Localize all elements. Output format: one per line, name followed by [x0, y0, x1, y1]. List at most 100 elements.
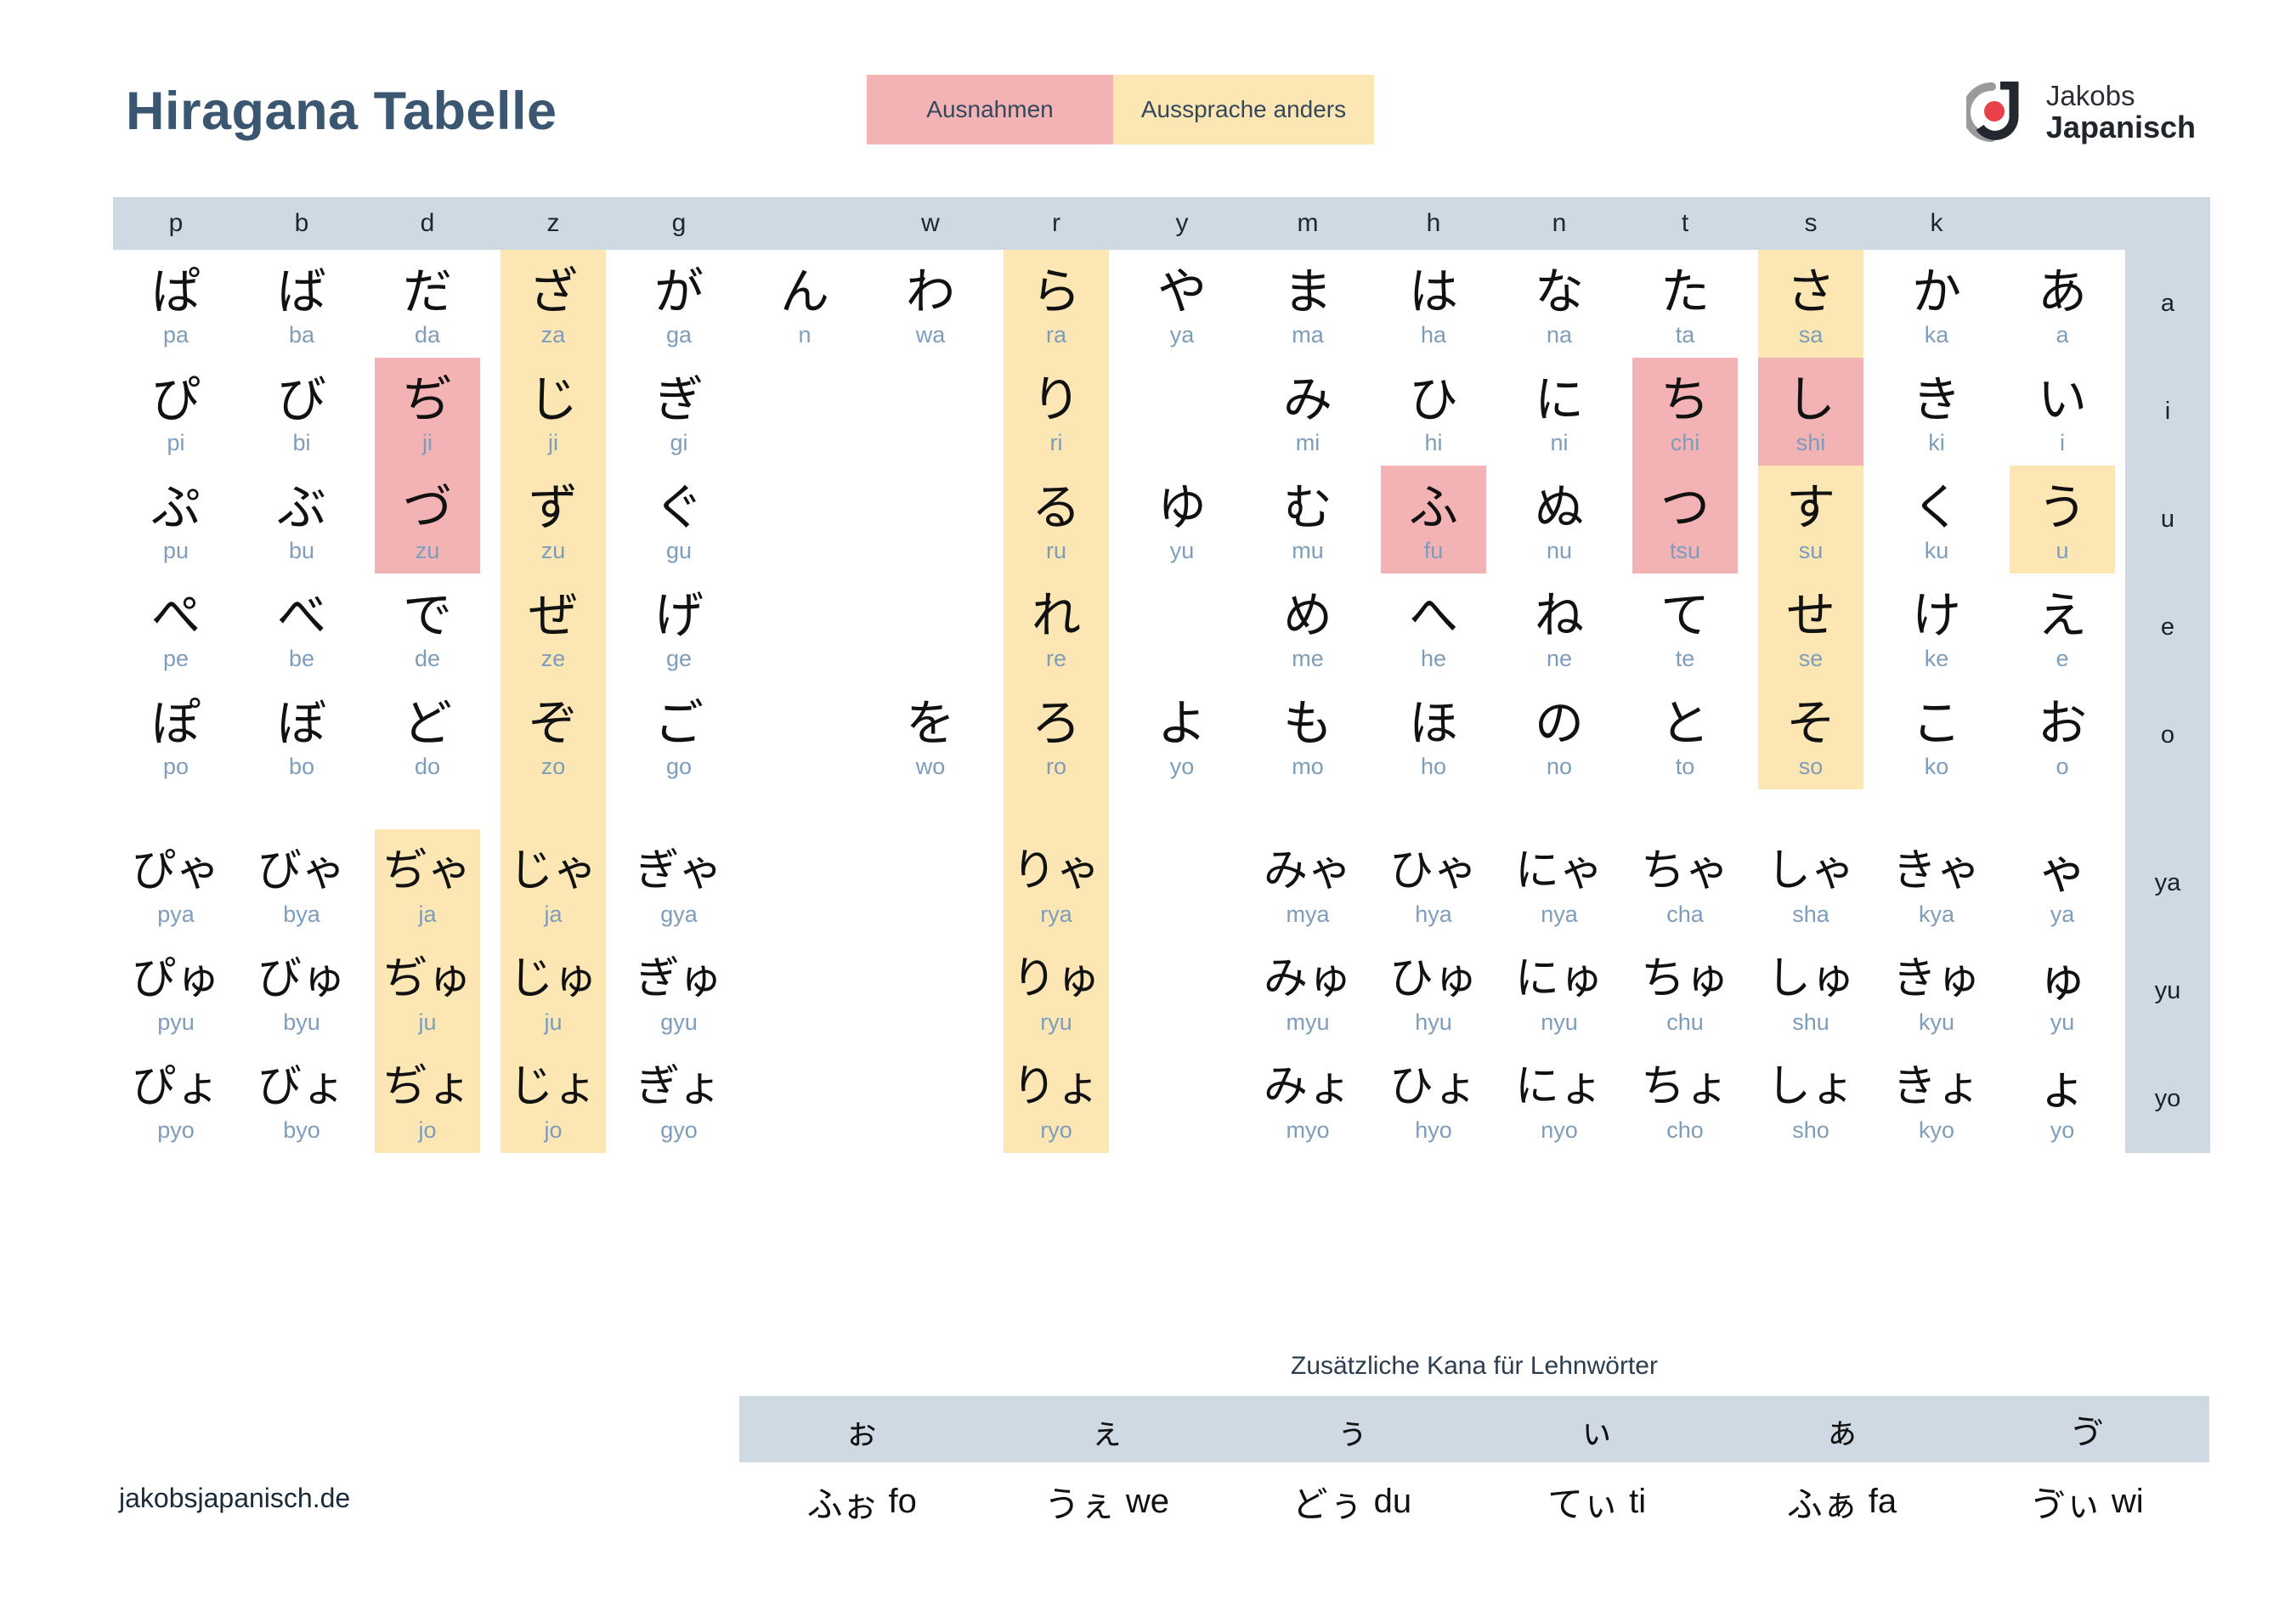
kana-cell-jo[interactable]: ぢょ jo [365, 1045, 490, 1153]
kana-cell-ju[interactable]: じゅ ju [490, 937, 616, 1045]
kana-cell-ta[interactable]: た ta [1622, 250, 1748, 358]
kana-cell-re[interactable]: れ re [993, 574, 1119, 681]
loanword-example-ti[interactable]: てぃ ti [1474, 1462, 1719, 1540]
kana-cell-me[interactable]: め me [1245, 574, 1371, 681]
kana-cell-kyo[interactable]: きょ kyo [1874, 1045, 1999, 1153]
kana-cell-kyu[interactable]: きゅ kyu [1874, 937, 1999, 1045]
kana-cell-kya[interactable]: きゃ kya [1874, 829, 1999, 937]
kana-cell-bo[interactable]: ぼ bo [239, 681, 365, 789]
kana-cell-pe[interactable]: ぺ pe [113, 574, 239, 681]
kana-cell-ro[interactable]: ろ ro [993, 681, 1119, 789]
kana-cell-cha[interactable]: ちゃ cha [1622, 829, 1748, 937]
loanword-example-du[interactable]: どぅ du [1230, 1462, 1474, 1540]
kana-cell-mi[interactable]: み mi [1245, 358, 1371, 466]
kana-cell-nyu[interactable]: にゅ nyu [1496, 937, 1622, 1045]
kana-cell-te[interactable]: て te [1622, 574, 1748, 681]
kana-cell-do[interactable]: ど do [365, 681, 490, 789]
kana-cell-ju[interactable]: ぢゅ ju [365, 937, 490, 1045]
kana-cell-hyo[interactable]: ひょ hyo [1371, 1045, 1496, 1153]
kana-cell-ja[interactable]: ぢゃ ja [365, 829, 490, 937]
kana-cell-myo[interactable]: みょ myo [1245, 1045, 1371, 1153]
kana-cell-zu[interactable]: づ zu [365, 466, 490, 574]
loanword-example-we[interactable]: うぇ we [984, 1462, 1229, 1540]
kana-cell-gu[interactable]: ぐ gu [616, 466, 742, 574]
kana-cell-pu[interactable]: ぷ pu [113, 466, 239, 574]
kana-cell-ge[interactable]: げ ge [616, 574, 742, 681]
kana-cell-pyu[interactable]: ぴゅ pyu [113, 937, 239, 1045]
kana-cell-to[interactable]: と to [1622, 681, 1748, 789]
kana-cell-na[interactable]: な na [1496, 250, 1622, 358]
kana-cell-o[interactable]: おo [1999, 681, 2125, 789]
kana-cell-pi[interactable]: ぴ pi [113, 358, 239, 466]
kana-cell-ko[interactable]: こ ko [1874, 681, 1999, 789]
kana-cell-gi[interactable]: ぎ gi [616, 358, 742, 466]
kana-cell-cho[interactable]: ちょ cho [1622, 1045, 1748, 1153]
kana-cell-mya[interactable]: みゃ mya [1245, 829, 1371, 937]
kana-cell-ryo[interactable]: りょ ryo [993, 1045, 1119, 1153]
kana-cell-shu[interactable]: しゅ shu [1748, 937, 1874, 1045]
kana-cell-hi[interactable]: ひ hi [1371, 358, 1496, 466]
loanword-example-fa[interactable]: ふぁ fa [1719, 1462, 1964, 1540]
kana-cell-ha[interactable]: は ha [1371, 250, 1496, 358]
kana-cell-so[interactable]: そ so [1748, 681, 1874, 789]
kana-cell-fu[interactable]: ふ fu [1371, 466, 1496, 574]
kana-cell-n[interactable]: んn [742, 250, 868, 358]
kana-cell-chu[interactable]: ちゅ chu [1622, 937, 1748, 1045]
kana-cell-nyo[interactable]: にょ nyo [1496, 1045, 1622, 1153]
kana-cell-bu[interactable]: ぶ bu [239, 466, 365, 574]
kana-cell-ke[interactable]: け ke [1874, 574, 1999, 681]
kana-cell-po[interactable]: ぽ po [113, 681, 239, 789]
kana-cell-zu[interactable]: ず zu [490, 466, 616, 574]
kana-cell-ki[interactable]: き ki [1874, 358, 1999, 466]
kana-cell-nya[interactable]: にゃ nya [1496, 829, 1622, 937]
kana-cell-yu[interactable]: ゅ yu [1999, 937, 2125, 1045]
kana-cell-pyo[interactable]: ぴょ pyo [113, 1045, 239, 1153]
kana-cell-ka[interactable]: か ka [1874, 250, 1999, 358]
kana-cell-da[interactable]: だ da [365, 250, 490, 358]
kana-cell-yo[interactable]: よ yo [1119, 681, 1245, 789]
kana-cell-ba[interactable]: ば ba [239, 250, 365, 358]
kana-cell-tsu[interactable]: つ tsu [1622, 466, 1748, 574]
kana-cell-i[interactable]: いi [1999, 358, 2125, 466]
kana-cell-de[interactable]: で de [365, 574, 490, 681]
kana-cell-be[interactable]: べ be [239, 574, 365, 681]
kana-cell-nu[interactable]: ぬ nu [1496, 466, 1622, 574]
kana-cell-gyo[interactable]: ぎょ gyo [616, 1045, 742, 1153]
kana-cell-pya[interactable]: ぴゃ pya [113, 829, 239, 937]
kana-cell-e[interactable]: えe [1999, 574, 2125, 681]
kana-cell-sa[interactable]: さ sa [1748, 250, 1874, 358]
loanword-example-fo[interactable]: ふぉ fo [739, 1462, 984, 1540]
loanword-example-wi[interactable]: ゔぃ wi [1965, 1462, 2209, 1540]
kana-cell-ryu[interactable]: りゅ ryu [993, 937, 1119, 1045]
kana-cell-se[interactable]: せ se [1748, 574, 1874, 681]
kana-cell-go[interactable]: ご go [616, 681, 742, 789]
kana-cell-ja[interactable]: じゃ ja [490, 829, 616, 937]
kana-cell-gya[interactable]: ぎゃ gya [616, 829, 742, 937]
kana-cell-pa[interactable]: ぱ pa [113, 250, 239, 358]
kana-cell-byu[interactable]: びゅ byu [239, 937, 365, 1045]
kana-cell-ru[interactable]: る ru [993, 466, 1119, 574]
kana-cell-rya[interactable]: りゃ rya [993, 829, 1119, 937]
kana-cell-shi[interactable]: し shi [1748, 358, 1874, 466]
kana-cell-sho[interactable]: しょ sho [1748, 1045, 1874, 1153]
kana-cell-he[interactable]: へ he [1371, 574, 1496, 681]
kana-cell-chi[interactable]: ち chi [1622, 358, 1748, 466]
kana-cell-yo[interactable]: ょ yo [1999, 1045, 2125, 1153]
kana-cell-ra[interactable]: ら ra [993, 250, 1119, 358]
kana-cell-wo[interactable]: を wo [868, 681, 993, 789]
kana-cell-mu[interactable]: む mu [1245, 466, 1371, 574]
kana-cell-ma[interactable]: ま ma [1245, 250, 1371, 358]
kana-cell-gyu[interactable]: ぎゅ gyu [616, 937, 742, 1045]
kana-cell-hyu[interactable]: ひゅ hyu [1371, 937, 1496, 1045]
kana-cell-sha[interactable]: しゃ sha [1748, 829, 1874, 937]
kana-cell-ga[interactable]: が ga [616, 250, 742, 358]
kana-cell-ji[interactable]: ぢ ji [365, 358, 490, 466]
kana-cell-hya[interactable]: ひゃ hya [1371, 829, 1496, 937]
kana-cell-mo[interactable]: も mo [1245, 681, 1371, 789]
kana-cell-ji[interactable]: じ ji [490, 358, 616, 466]
kana-cell-ni[interactable]: に ni [1496, 358, 1622, 466]
kana-cell-wa[interactable]: わ wa [868, 250, 993, 358]
kana-cell-su[interactable]: す su [1748, 466, 1874, 574]
kana-cell-bi[interactable]: び bi [239, 358, 365, 466]
kana-cell-ne[interactable]: ね ne [1496, 574, 1622, 681]
